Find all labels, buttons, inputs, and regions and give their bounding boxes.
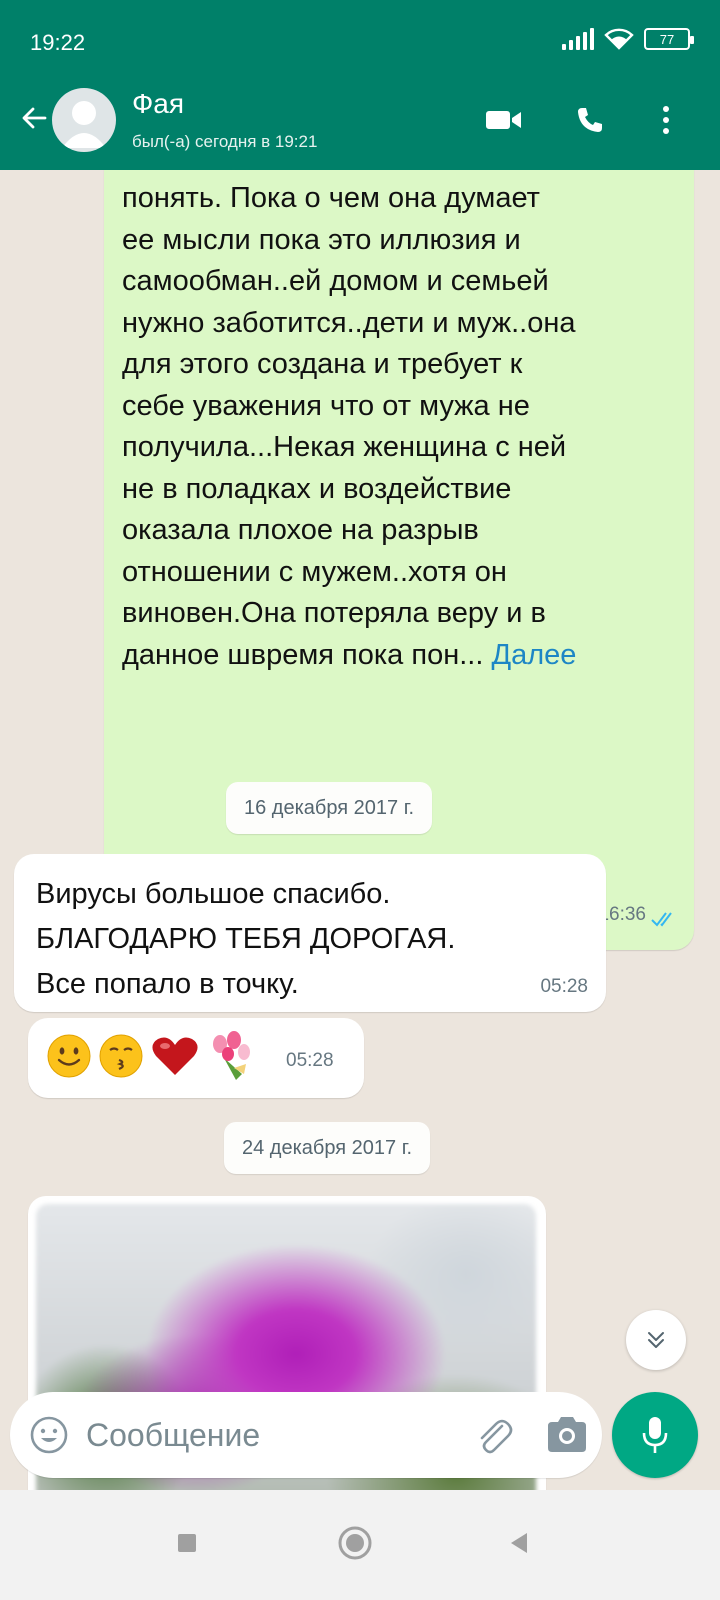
video-call-button[interactable] [482, 100, 526, 140]
signal-icon [562, 28, 594, 50]
message-line: данное швремя пока пон... [122, 638, 492, 671]
status-time: 19:22 [30, 30, 86, 55]
system-navigation-bar [0, 1490, 720, 1600]
more-vert-icon [663, 106, 669, 134]
message-line: нужно заботится..дети и муж..она [122, 306, 576, 339]
read-more-link[interactable]: Далее [491, 639, 576, 671]
bouquet-icon [213, 1031, 250, 1080]
message-line: отношении с мужем..хотя он [122, 555, 507, 588]
message-time: 05:28 [540, 976, 588, 997]
red-heart-icon [152, 1037, 198, 1075]
scroll-to-bottom-button[interactable] [626, 1310, 686, 1370]
more-options-button[interactable] [644, 100, 688, 140]
incoming-message[interactable]: Вирусы большое спасибо. БЛАГОДАРЮ ТЕБЯ Д… [14, 854, 606, 1012]
back-arrow-icon [22, 107, 47, 129]
back-nav-button[interactable] [494, 1518, 544, 1568]
message-line: Все попало в точку. [36, 968, 299, 1000]
attachment-icon[interactable] [470, 1412, 516, 1458]
microphone-icon [642, 1417, 668, 1453]
voice-message-button[interactable] [612, 1392, 698, 1478]
message-text: Вирусы большое спасибо. БЛАГОДАРЮ ТЕБЯ Д… [36, 872, 455, 1007]
double-chevron-down-icon [648, 1332, 664, 1348]
home-button[interactable] [330, 1518, 380, 1568]
camera-icon[interactable] [544, 1414, 590, 1456]
back-button[interactable] [14, 98, 54, 138]
message-line: оказала плохое на разрыв [122, 514, 479, 546]
message-line: получила...Некая женщина с ней [122, 431, 567, 463]
message-input[interactable] [86, 1410, 446, 1460]
home-circle-icon [338, 1526, 372, 1560]
message-line: виновен.Она потеряла веру и в [122, 597, 546, 629]
chat-header: 19:22 77 Фая был(-а) сегодня в 19:21 [0, 0, 720, 170]
battery-icon: 77 [644, 28, 694, 50]
recents-square-icon [178, 1534, 196, 1552]
voice-call-icon [578, 108, 602, 132]
chat-area[interactable]: понять. Пока о чем она думает ее мысли п… [0, 170, 720, 1522]
default-avatar-icon [62, 101, 106, 148]
message-line: для этого создана и требует к [122, 348, 523, 380]
date-separator: 16 декабря 2017 г. [226, 782, 433, 834]
message-line-last: данное швремя пока пон... Далее [122, 635, 682, 677]
avatar[interactable] [52, 88, 116, 152]
back-triangle-icon [511, 1533, 527, 1553]
message-line: Вирусы большое спасибо. [36, 878, 391, 910]
emoji-row [46, 1030, 254, 1082]
message-line: самообман..ей домом и семьей [122, 265, 549, 297]
status-icons: 77 [562, 28, 694, 50]
status-bar: 19:22 77 [0, 0, 720, 86]
battery-level: 77 [659, 31, 675, 47]
incoming-emoji-message[interactable]: 05:28 [28, 1018, 364, 1098]
message-line: себе уважения что от мужа не [122, 389, 530, 422]
voice-call-button[interactable] [568, 100, 612, 140]
message-line: БЛАГОДАРЮ ТЕБЯ ДОРОГАЯ. [36, 923, 456, 955]
message-text: понять. Пока о чем она думает ее мысли п… [122, 178, 682, 676]
smiling-face-icon [47, 1034, 91, 1078]
last-seen-status: был(-а) сегодня в 19:21 [132, 132, 318, 151]
wifi-icon [604, 28, 634, 50]
contact-name[interactable]: Фая [132, 88, 184, 120]
recents-button[interactable] [162, 1518, 212, 1568]
read-ticks-icon [651, 912, 672, 927]
message-line: ее мысли пока это иллюзия и [122, 223, 521, 256]
message-line: понять. Пока о чем она думает [122, 182, 540, 214]
date-separator: 24 декабря 2017 г. [224, 1122, 431, 1174]
message-composer [10, 1392, 602, 1478]
video-call-icon [486, 111, 521, 129]
kissing-face-icon [99, 1034, 143, 1078]
message-time: 05:28 [286, 1050, 334, 1071]
message-line: не в поладках и воздействие [122, 472, 512, 505]
emoji-icon[interactable] [28, 1414, 70, 1456]
